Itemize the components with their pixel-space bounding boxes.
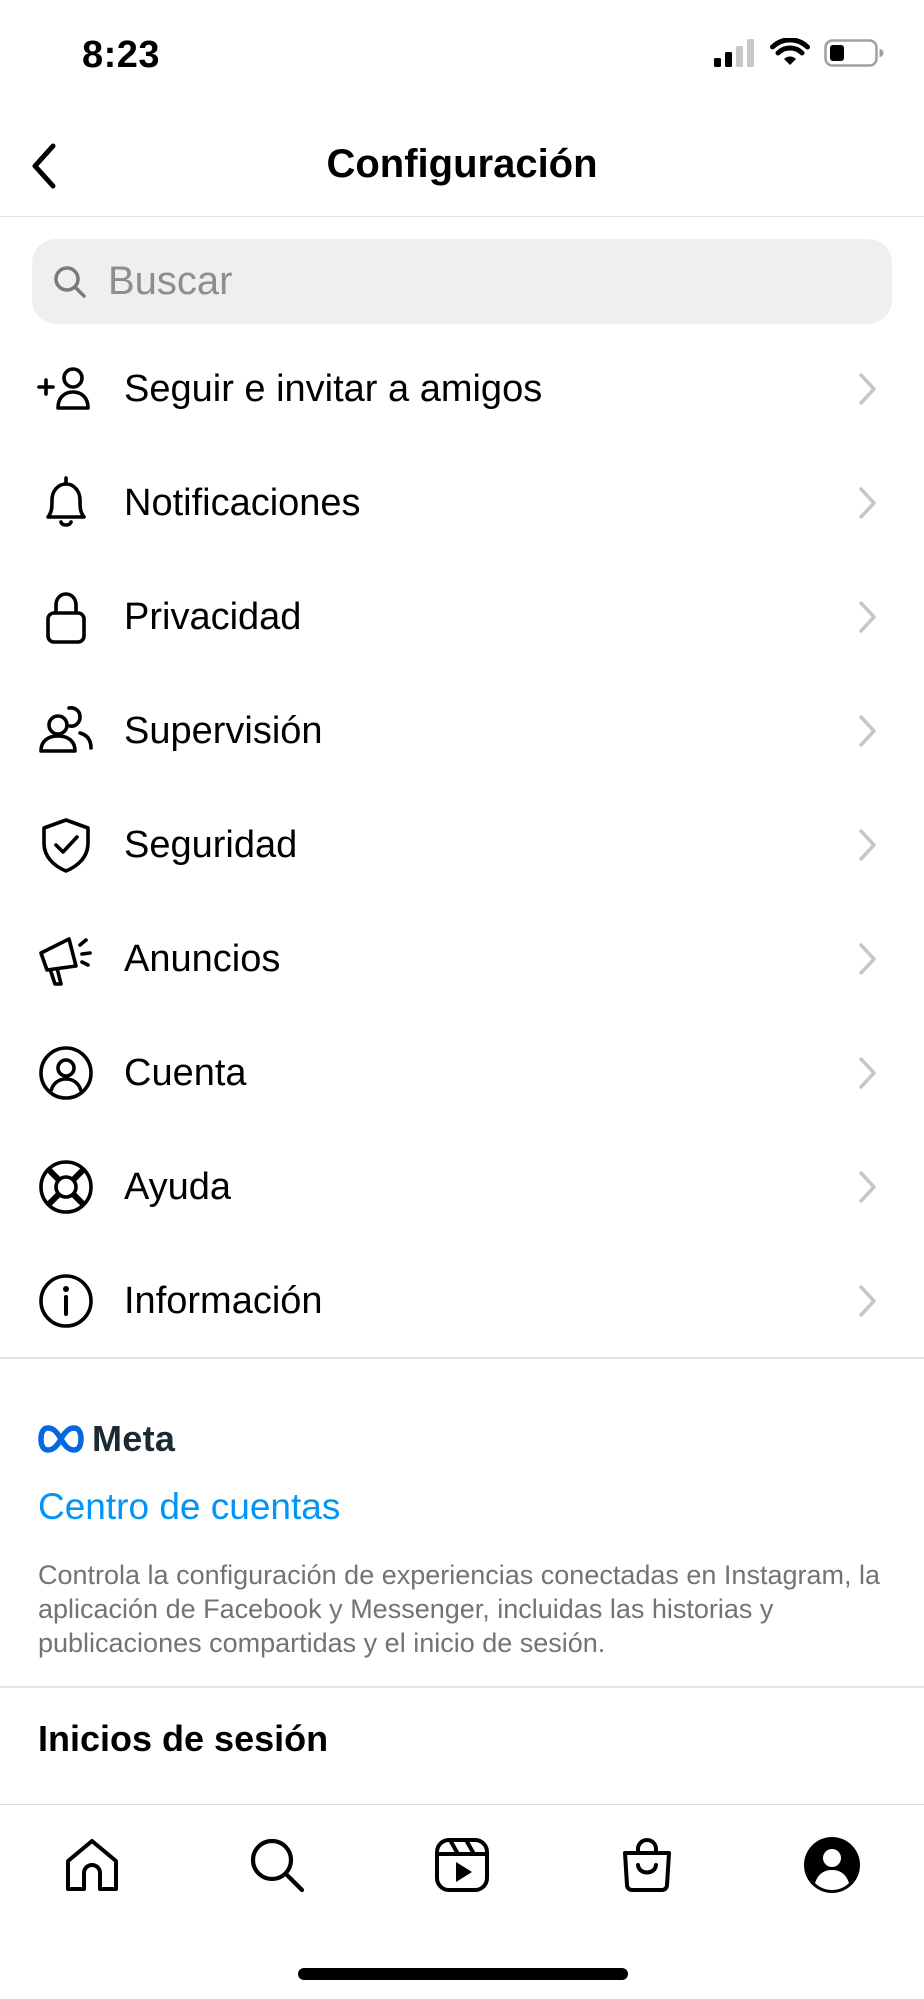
meta-brand: Meta [92,1418,176,1459]
nav-header: Configuración [0,118,924,217]
chevron-right-icon [859,1285,876,1317]
menu-item-account[interactable]: Cuenta [0,1016,924,1130]
info-icon [36,1271,96,1331]
meta-infinity-icon [38,1425,84,1453]
menu-item-label: Ayuda [124,1165,232,1208]
section-divider [0,1686,924,1688]
settings-menu: Seguir e invitar a amigos Notificaciones… [0,332,924,1358]
shield-check-icon [36,815,96,875]
page-title: Configuración [326,142,598,186]
home-indicator [298,1968,628,1980]
bottom-tab-bar [0,1804,924,1925]
status-bar: 8:23 [0,0,924,118]
menu-item-help[interactable]: Ayuda [0,1130,924,1244]
menu-item-ads[interactable]: Anuncios [0,902,924,1016]
search-icon [250,1838,305,1893]
menu-item-information[interactable]: Información [0,1244,924,1358]
chevron-right-icon [859,601,876,633]
chevron-right-icon [859,373,876,405]
bell-icon [36,473,96,533]
status-time: 8:23 [82,34,161,76]
lifebuoy-icon [36,1157,96,1217]
status-icons [712,38,884,68]
chevron-right-icon [859,487,876,519]
reels-icon [435,1838,489,1892]
menu-item-supervision[interactable]: Supervisión [0,674,924,788]
shop-icon [623,1838,671,1892]
menu-item-notifications[interactable]: Notificaciones [0,446,924,560]
battery-icon [824,39,884,67]
menu-item-label: Seguir e invitar a amigos [124,367,543,410]
search-input[interactable] [106,258,870,305]
tab-home[interactable] [62,1835,122,1895]
chevron-right-icon [859,943,876,975]
tab-reels[interactable] [432,1835,492,1895]
menu-item-label: Anuncios [124,937,281,980]
search-bar[interactable] [32,239,892,324]
tab-shop[interactable] [617,1835,677,1895]
chevron-right-icon [859,1171,876,1203]
menu-item-label: Privacidad [124,595,302,638]
menu-item-label: Cuenta [124,1051,247,1094]
section-divider [0,1357,924,1359]
meta-logo: Meta [38,1418,175,1460]
lock-icon [36,587,96,647]
account-circle-icon [36,1043,96,1103]
chevron-right-icon [859,715,876,747]
menu-item-security[interactable]: Seguridad [0,788,924,902]
logins-section-title: Inicios de sesión [38,1718,329,1759]
menu-item-label: Supervisión [124,709,323,752]
chevron-right-icon [859,829,876,861]
tab-profile[interactable] [802,1835,862,1895]
add-person-icon [36,359,96,419]
menu-item-follow-invite[interactable]: Seguir e invitar a amigos [0,332,924,446]
menu-item-label: Información [124,1279,323,1322]
tab-search[interactable] [247,1835,307,1895]
accounts-center-description: Controla la configuración de experiencia… [38,1560,880,1658]
menu-item-label: Notificaciones [124,481,361,524]
profile-icon [804,1837,860,1893]
chevron-right-icon [859,1057,876,1089]
megaphone-icon [36,929,96,989]
accounts-center-link[interactable]: Centro de cuentas [38,1486,340,1528]
search-icon [54,265,86,298]
cellular-signal-icon [714,39,754,67]
menu-item-privacy[interactable]: Privacidad [0,560,924,674]
menu-item-label: Seguridad [124,823,298,866]
people-icon [36,701,96,761]
home-icon [66,1839,118,1891]
wifi-icon [770,38,810,65]
